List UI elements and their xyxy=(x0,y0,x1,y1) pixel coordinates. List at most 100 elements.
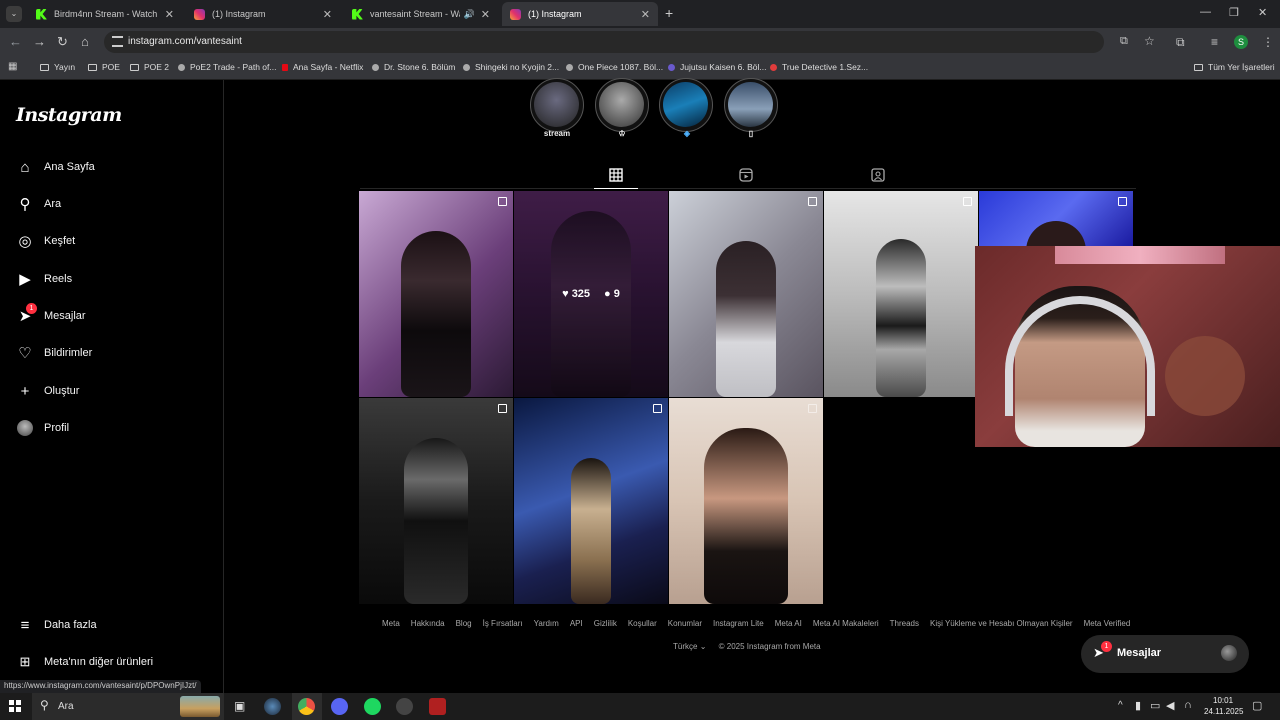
bookmark-link[interactable]: Shingeki no Kyojin 2... xyxy=(463,62,559,72)
bookmark-folder[interactable]: Yayın xyxy=(40,62,75,72)
footer-link[interactable]: API xyxy=(570,619,583,628)
minimize-button[interactable]: — xyxy=(1200,6,1211,18)
chevron-up-icon[interactable]: ^ xyxy=(1118,700,1123,711)
grid-tab-icon[interactable] xyxy=(609,168,623,182)
nav-notifications[interactable]: ♡ Bildirimler xyxy=(16,344,92,362)
footer-link[interactable]: Kişi Yükleme ve Hesabı Olmayan Kişiler xyxy=(930,619,1073,628)
footer-link[interactable]: Hakkında xyxy=(411,619,445,628)
nav-search[interactable]: ⚲ Ara xyxy=(16,195,62,213)
messages-pill-button[interactable]: ➤ 1 Mesajlar xyxy=(1081,635,1249,673)
story-highlight[interactable] xyxy=(530,78,584,132)
footer-link[interactable]: Gizlilik xyxy=(594,619,617,628)
notification-center-icon[interactable]: ▢ xyxy=(1252,699,1262,712)
instagram-logo[interactable]: Instagram xyxy=(16,104,122,126)
bookmark-link[interactable]: Ana Sayfa - Netflix xyxy=(282,62,363,72)
footer-link[interactable]: Threads xyxy=(890,619,919,628)
post-thumbnail[interactable] xyxy=(824,191,978,397)
story-highlight[interactable] xyxy=(724,78,778,132)
footer-link[interactable]: İş Fırsatları xyxy=(483,619,523,628)
footer-link[interactable]: Meta AI Makaleleri xyxy=(813,619,879,628)
url-text[interactable]: instagram.com/vantesaint xyxy=(128,36,242,47)
browser-profile-avatar[interactable]: S xyxy=(1234,35,1248,49)
footer-link[interactable]: Yardım xyxy=(534,619,559,628)
task-view-icon[interactable]: ▣ xyxy=(234,699,245,713)
folder-icon xyxy=(130,63,139,71)
speaker-icon[interactable]: 🔊 xyxy=(464,9,475,20)
headset-icon[interactable]: ∩ xyxy=(1184,699,1192,711)
site-info-icon[interactable] xyxy=(112,36,123,47)
discord-icon[interactable] xyxy=(331,698,348,715)
close-tab-icon[interactable]: ✕ xyxy=(165,8,174,21)
post-thumbnail[interactable] xyxy=(359,191,513,397)
address-bar[interactable]: instagram.com/vantesaint ⧉ ☆ xyxy=(104,31,1155,53)
menu-icon[interactable]: ⋮ xyxy=(1262,35,1274,49)
nav-home[interactable]: ⌂ Ana Sayfa xyxy=(16,158,94,176)
taskbar-search[interactable]: ⚲ Ara xyxy=(32,693,224,720)
network-icon[interactable]: ▭ xyxy=(1150,699,1160,712)
new-tab-button[interactable]: + xyxy=(665,5,673,21)
footer-link[interactable]: Koşullar xyxy=(628,619,657,628)
bookmark-folder[interactable]: POE xyxy=(88,62,120,72)
app-icon[interactable] xyxy=(429,698,446,715)
reels-tab-icon[interactable] xyxy=(739,168,753,182)
volume-icon[interactable]: ◀ xyxy=(1166,699,1174,712)
nav-reels[interactable]: ▶ Reels xyxy=(16,270,72,288)
bookmark-link[interactable]: Dr. Stone 6. Bölüm xyxy=(372,62,455,72)
close-window-button[interactable]: ✕ xyxy=(1258,6,1267,19)
kick-icon xyxy=(36,8,47,20)
microphone-icon[interactable]: ▮ xyxy=(1135,699,1141,712)
spotify-icon[interactable] xyxy=(364,698,381,715)
tagged-tab-icon[interactable] xyxy=(871,168,885,182)
bookmark-star-icon[interactable]: ☆ xyxy=(1144,34,1155,48)
bookmark-link[interactable]: PoE2 Trade - Path of... xyxy=(178,62,276,72)
nav-profile[interactable]: Profil xyxy=(16,419,69,437)
browser-tab[interactable]: vantesaint Stream - Watch 🔊 ✕ xyxy=(344,2,498,26)
bookmark-link[interactable]: Jujutsu Kaisen 6. Böl... xyxy=(668,62,766,72)
reload-button[interactable]: ↻ xyxy=(57,34,68,50)
footer-link[interactable]: Blog xyxy=(456,619,472,628)
footer-link[interactable]: Meta Verified xyxy=(1084,619,1131,628)
forward-button[interactable]: → xyxy=(33,34,46,49)
extensions-icon[interactable]: ⧉ xyxy=(1176,35,1185,50)
clock-time[interactable]: 10:01 xyxy=(1213,696,1233,705)
footer-link[interactable]: Meta AI xyxy=(775,619,802,628)
post-thumbnail[interactable]: ♥ 325 ● 9 xyxy=(514,191,668,397)
nav-explore[interactable]: ◎ Keşfet xyxy=(16,232,75,250)
app-icon[interactable] xyxy=(396,698,413,715)
install-app-icon[interactable]: ⧉ xyxy=(1120,35,1128,48)
browser-tab[interactable]: (1) Instagram ✕ xyxy=(186,2,340,26)
browser-tab-active[interactable]: (1) Instagram ✕ xyxy=(502,2,658,26)
story-highlight[interactable] xyxy=(659,78,713,132)
post-thumbnail[interactable] xyxy=(359,398,513,604)
browser-tab[interactable]: Birdm4nn Stream - Watch Live ✕ xyxy=(28,2,182,26)
all-bookmarks-folder[interactable]: Tüm Yer İşaretleri xyxy=(1194,62,1275,72)
footer-link[interactable]: Meta xyxy=(382,619,400,628)
close-tab-icon[interactable]: ✕ xyxy=(641,8,650,21)
nav-meta-products[interactable]: ⊞ Meta'nın diğer ürünleri xyxy=(16,653,154,671)
home-button[interactable]: ⌂ xyxy=(81,34,89,49)
post-thumbnail[interactable] xyxy=(669,398,823,604)
restore-button[interactable]: ❐ xyxy=(1229,6,1239,19)
close-tab-icon[interactable]: ✕ xyxy=(481,8,490,21)
bookmark-link[interactable]: One Piece 1087. Böl... xyxy=(566,62,663,72)
media-controls-icon[interactable]: ≡ xyxy=(1211,35,1218,49)
windows-start-icon[interactable] xyxy=(9,700,21,712)
post-thumbnail[interactable] xyxy=(979,191,1133,247)
steam-icon[interactable] xyxy=(264,698,281,715)
bookmark-folder[interactable]: POE 2 xyxy=(130,62,169,72)
clock-date[interactable]: 24.11.2025 xyxy=(1204,707,1243,716)
bookmark-link[interactable]: True Detective 1.Sez... xyxy=(770,62,868,72)
language-selector[interactable]: Türkçe ⌄ xyxy=(673,642,706,651)
nav-more[interactable]: ≡ Daha fazla xyxy=(16,616,97,634)
nav-messages[interactable]: ➤ 1 Mesajlar xyxy=(16,303,86,325)
apps-grid-icon[interactable]: ▦ xyxy=(8,61,17,72)
post-thumbnail[interactable] xyxy=(669,191,823,397)
footer-link[interactable]: Instagram Lite xyxy=(713,619,764,628)
close-tab-icon[interactable]: ✕ xyxy=(323,8,332,21)
tab-search-button[interactable]: ⌄ xyxy=(6,6,22,22)
back-button[interactable]: ← xyxy=(9,34,22,49)
footer-link[interactable]: Konumlar xyxy=(668,619,702,628)
post-thumbnail[interactable] xyxy=(514,398,668,604)
story-highlight[interactable] xyxy=(595,78,649,132)
nav-create[interactable]: + Oluştur xyxy=(16,382,80,400)
